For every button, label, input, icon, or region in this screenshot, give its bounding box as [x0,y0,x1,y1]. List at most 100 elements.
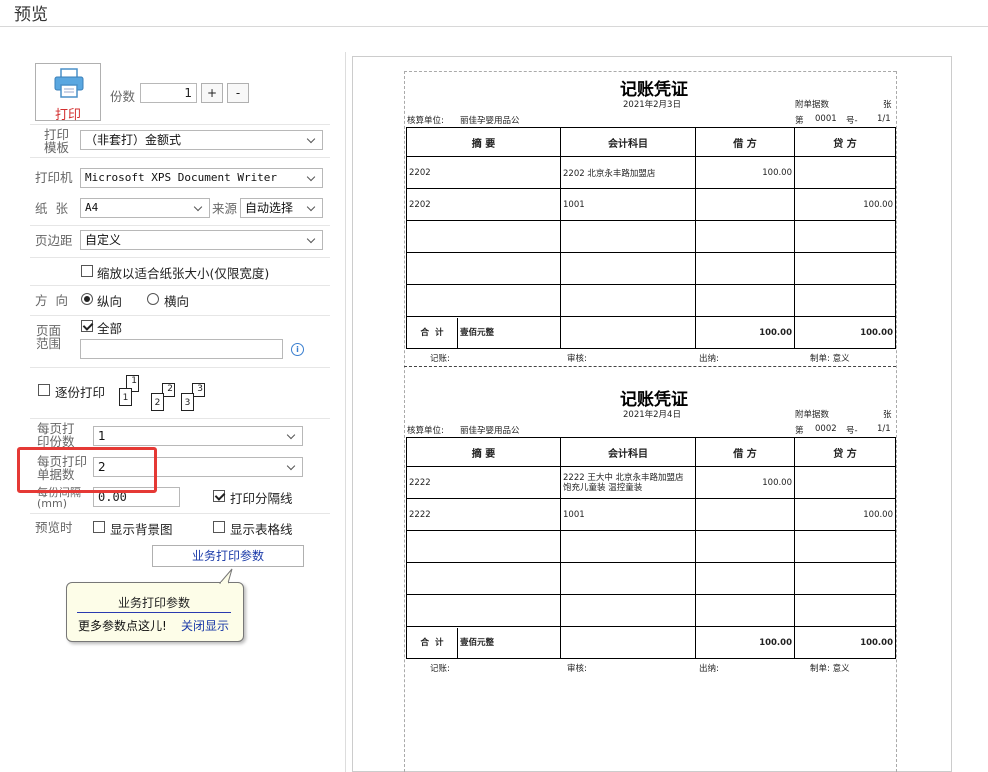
landscape-label: 横向 [164,294,190,309]
copies-label: 份数 [110,89,136,104]
cell-debit [695,594,795,627]
cell-credit [794,530,896,563]
fit-page-checkbox[interactable] [81,265,93,277]
cell-summary [406,530,561,563]
table-row [406,252,896,285]
col-header: 借 方 [695,127,795,157]
copies-plus-button[interactable]: + [201,83,223,103]
tooltip-pointer [219,568,233,584]
cell-summary [406,562,561,595]
chevron-down-icon [305,199,319,217]
landscape-radio[interactable] [147,293,159,305]
margin-select[interactable]: 自定义 [80,230,323,250]
col-header: 会计科目 [560,127,696,157]
orientation-label: 方 向 [35,293,68,308]
separator-checkbox[interactable] [213,490,225,502]
show-bg-label: 显示背景图 [110,522,173,537]
cell-credit [794,156,896,189]
footer-maker: 制单: 意义 [810,354,850,364]
voucher-no: 0001 [815,114,837,124]
divider [30,285,330,286]
table-row [406,284,896,317]
page-icon: 2 [151,393,164,411]
printer-value: Microsoft XPS Document Writer [85,171,278,184]
show-bg-checkbox[interactable] [93,521,105,533]
cell-debit: 100.00 [695,156,795,189]
collate-preview: 1 1 2 2 3 3 [118,373,208,413]
chevron-down-icon [285,458,299,476]
cell-credit: 100.00 [794,498,896,531]
cell-account: 2202 北京永丰路加盟店 [560,156,696,189]
page-range-input[interactable] [80,339,283,359]
paper-value: A4 [85,201,99,214]
collate-checkbox[interactable] [38,384,50,396]
copies-per-page-select[interactable]: 1 [93,426,303,446]
info-icon[interactable]: i [291,343,304,356]
cell-account: 1001 [560,188,696,221]
chevron-down-icon [192,199,206,217]
print-button-label: 打印 [54,108,81,123]
table-row: 2222 2222 王大中 北京永丰路加盟店 饱充儿童装 温控童装 100.00 [406,466,896,499]
cell-summary [406,252,561,285]
cell-debit [695,498,795,531]
copies-per-page-value: 1 [98,429,106,443]
cell-credit [794,594,896,627]
show-grid-label: 显示表格线 [230,522,293,537]
total-debit: 100.00 [695,316,795,349]
copies-per-page-label: 每页打印份数 [37,421,75,449]
tooltip-close-link[interactable]: 关闭显示 [181,617,229,634]
source-select[interactable]: 自动选择 [240,198,323,218]
total-debit: 100.00 [695,626,795,659]
business-params-button[interactable]: 业务打印参数 [152,545,304,567]
window-title: 预览 [14,5,48,25]
cell-debit [695,188,795,221]
printer-icon [54,68,84,98]
cell-summary [406,284,561,317]
voucher-table: 摘 要会计科目借 方贷 方 2222 2222 王大中 北京永丰路加盟店 饱充儿童… [406,437,896,659]
range-all-checkbox[interactable] [81,320,93,332]
cell-debit [695,220,795,253]
col-header: 摘 要 [406,437,561,467]
cell-summary: 2222 [406,466,561,499]
attach-unit: 张 [883,100,892,110]
cell-account [560,594,696,627]
total-label-cell: 合 计壹佰元整 [406,316,561,349]
page-margin-left [404,71,405,772]
cell-summary [406,594,561,627]
cell-account [560,252,696,285]
copies-minus-button[interactable]: - [227,83,249,103]
page-margin-right [896,71,897,772]
portrait-radio[interactable] [81,293,93,305]
margin-value: 自定义 [85,233,122,247]
template-select[interactable]: （非套打）金额式 [80,130,323,150]
cell-empty [560,626,696,659]
printer-select[interactable]: Microsoft XPS Document Writer [80,168,323,188]
cell-empty [560,316,696,349]
print-button[interactable]: 打印 [35,63,101,123]
template-label: 打印模板 [44,127,70,155]
col-header: 借 方 [695,437,795,467]
divider [30,418,330,419]
cell-credit: 100.00 [794,188,896,221]
voucher-no-label: 第 [795,116,804,126]
cell-account [560,284,696,317]
voucher-separator [404,366,896,367]
divider [30,257,330,258]
unit-value: 丽佳孕婴用品公 [460,426,520,436]
copies-input[interactable]: 1 [140,83,197,103]
show-grid-checkbox[interactable] [213,521,225,533]
col-header: 会计科目 [560,437,696,467]
col-header: 贷 方 [794,437,896,467]
cell-debit [695,284,795,317]
total-label: 合 计 [408,317,458,348]
paper-select[interactable]: A4 [80,198,210,218]
source-label: 来源 [212,201,238,216]
divider [30,225,330,226]
preview-label: 预览时 [35,520,73,535]
fit-page-label: 缩放以适合纸张大小(仅限宽度) [97,266,270,281]
cell-debit [695,562,795,595]
cell-account [560,562,696,595]
table-row: 2202 2202 北京永丰路加盟店 100.00 [406,156,896,189]
collate-label: 逐份打印 [55,385,106,400]
printer-label: 打印机 [35,170,73,185]
